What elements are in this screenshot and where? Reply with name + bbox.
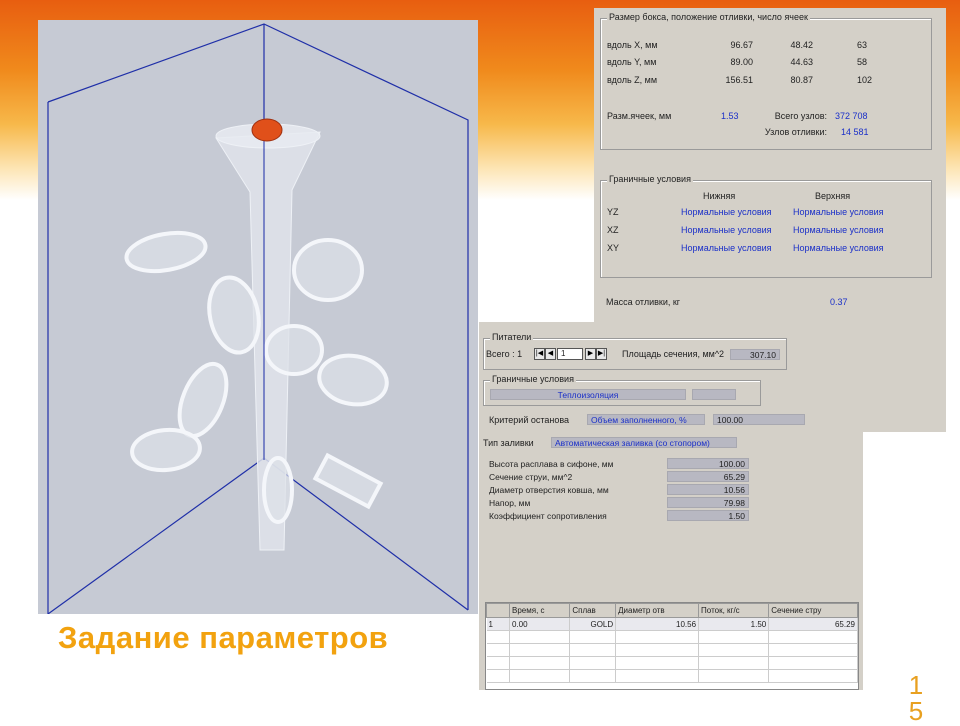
first-gate-button[interactable]: |◀ [534, 348, 545, 360]
table-cell[interactable]: 1 [486, 617, 510, 631]
filling-settings-panel: Питатели Всего : 1 |◀ ◀ 1 ▶ ▶| Площадь с… [479, 322, 863, 690]
table-row-empty[interactable] [486, 656, 858, 670]
box-size-title: Размер бокса, положение отливки, число я… [607, 12, 810, 22]
boundary-col-upper: Верхняя [815, 191, 851, 201]
pouring-table[interactable]: Время, с Сплав Диаметр отв Поток, кг/с С… [485, 602, 859, 690]
pouring-cup-marker [251, 118, 283, 142]
boundary-axis: XY [607, 243, 620, 253]
param-input[interactable]: 10.56 [667, 484, 749, 495]
box-size-group: Размер бокса, положение отливки, число я… [600, 12, 932, 150]
param-label: Коэффициент сопротивления [489, 511, 607, 521]
stop-criterion-label: Критерий останова [489, 415, 570, 425]
table-row-empty[interactable] [486, 630, 858, 644]
boundary2-title: Граничные условия [490, 374, 576, 384]
param-label: Высота расплава в сифоне, мм [489, 459, 614, 469]
boundary-upper-value[interactable]: Нормальные условия [793, 225, 884, 235]
next-gate-button[interactable]: ▶ [585, 348, 596, 360]
boundary-axis: XZ [607, 225, 619, 235]
total-nodes-label: Всего узлов: [774, 111, 827, 121]
gates-total-label: Всего : 1 [486, 349, 523, 359]
casting-nodes-value: 14 581 [841, 127, 869, 137]
boundary2-extra-field[interactable] [692, 389, 736, 400]
boundary-upper-value[interactable]: Нормальные условия [793, 207, 884, 217]
table-row-empty[interactable] [486, 669, 858, 683]
param-label: Напор, мм [489, 498, 531, 508]
column-header[interactable]: Поток, кг/с [698, 603, 770, 618]
column-header [486, 603, 510, 618]
boundary-lower-value[interactable]: Нормальные условия [681, 225, 772, 235]
casting-mass-label: Масса отливки, кг [606, 297, 681, 307]
slide-page-number: 15 [908, 670, 924, 726]
column-header[interactable]: Время, с [508, 603, 571, 618]
box-row-cells: 102 [857, 75, 873, 85]
boundary2-select[interactable]: Теплоизоляция [490, 389, 686, 400]
casting-model-render [47, 23, 469, 614]
box-row-position: 48.42 [790, 40, 813, 50]
box-row-size: 89.00 [730, 57, 753, 67]
column-header[interactable]: Сплав [569, 603, 617, 618]
param-label: Диаметр отверстия ковша, мм [489, 485, 609, 495]
table-cell[interactable]: 1.50 [698, 617, 770, 631]
param-input[interactable]: 1.50 [667, 510, 749, 521]
table-cell[interactable]: 10.56 [615, 617, 700, 631]
slide-title: Задание параметров [58, 620, 389, 655]
box-row-label: вдоль Z, мм [607, 75, 658, 85]
last-gate-button[interactable]: ▶| [596, 348, 607, 360]
table-header: Время, с Сплав Диаметр отв Поток, кг/с С… [486, 603, 858, 618]
fill-type-select[interactable]: Автоматическая заливка (со стопором) [551, 437, 737, 448]
stop-criterion-value[interactable]: 100.00 [713, 414, 805, 425]
box-row-position: 80.87 [790, 75, 813, 85]
boundary2-group: Граничные условия Теплоизоляция [483, 374, 761, 406]
param-input[interactable]: 100.00 [667, 458, 749, 469]
total-nodes-value: 372 708 [835, 111, 868, 121]
column-header[interactable]: Сечение стру [768, 603, 858, 618]
gates-group: Питатели Всего : 1 |◀ ◀ 1 ▶ ▶| Площадь с… [483, 332, 787, 370]
boundary-axis: YZ [607, 207, 619, 217]
param-input[interactable]: 65.29 [667, 471, 749, 482]
gates-title: Питатели [490, 332, 534, 342]
table-cell[interactable]: 0.00 [509, 617, 571, 631]
table-row[interactable]: 1 0.00 GOLD 10.56 1.50 65.29 [486, 617, 858, 631]
table-cell[interactable]: GOLD [569, 617, 617, 631]
casting-mass-value: 0.37 [830, 297, 848, 307]
box-row-cells: 58 [857, 57, 868, 67]
boundary-lower-value[interactable]: Нормальные условия [681, 207, 772, 217]
column-header[interactable]: Диаметр отв [615, 603, 700, 618]
box-row-label: вдоль Y, мм [607, 57, 657, 67]
box-row-label: вдоль X, мм [607, 40, 658, 50]
boundary-conditions-group: Граничные условия Нижняя Верхняя YZ Норм… [600, 174, 932, 278]
prev-gate-button[interactable]: ◀ [545, 348, 556, 360]
boundary-lower-value[interactable]: Нормальные условия [681, 243, 772, 253]
gate-index-input[interactable]: 1 [557, 348, 583, 360]
casting-3d-view[interactable] [38, 20, 478, 614]
gate-area-label: Площадь сечения, мм^2 [622, 349, 725, 359]
box-row-cells: 63 [857, 40, 868, 50]
cell-size-value: 1.53 [721, 111, 739, 121]
param-input[interactable]: 79.98 [667, 497, 749, 508]
table-cell[interactable]: 65.29 [768, 617, 858, 631]
casting-nodes-label: Узлов отливки: [764, 127, 827, 137]
box-row-size: 96.67 [730, 40, 753, 50]
gate-area-input[interactable]: 307.10 [730, 349, 780, 360]
fill-type-label: Тип заливки [483, 438, 534, 448]
stop-criterion-select[interactable]: Объем заполненного, % [587, 414, 705, 425]
box-row-size: 156.51 [725, 75, 753, 85]
cell-size-label: Разм.ячеек, мм [607, 111, 672, 121]
boundary-conditions-title: Граничные условия [607, 174, 693, 184]
boundary-col-lower: Нижняя [703, 191, 736, 201]
box-row-position: 44.63 [790, 57, 813, 67]
param-label: Сечение струи, мм^2 [489, 472, 573, 482]
table-row-empty[interactable] [486, 643, 858, 657]
boundary-upper-value[interactable]: Нормальные условия [793, 243, 884, 253]
